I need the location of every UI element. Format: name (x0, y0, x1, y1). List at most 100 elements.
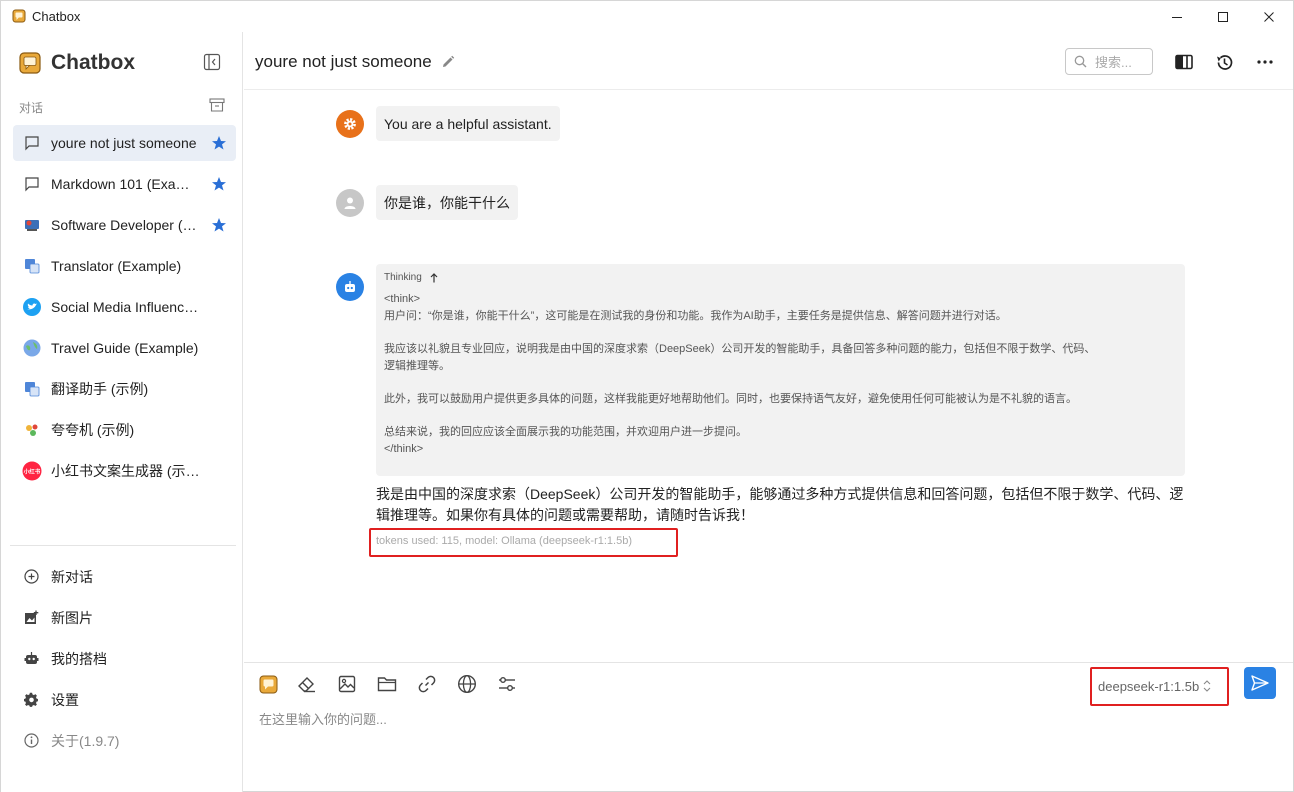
thinking-line: 用户问：“你是谁，你能干什么”，这可能是在测试我的身份和功能。我作为AI助手，主… (384, 310, 1007, 322)
user-avatar (336, 189, 364, 217)
answer-line: 辑推理等。如果你有具体的问题或需要帮助，请随时告诉我！ (376, 507, 754, 523)
chatbox-toolbar-button[interactable] (257, 673, 279, 695)
conversation-label: 翻译助手 (示例) (51, 381, 149, 397)
minimize-button[interactable] (1154, 1, 1200, 32)
eraser-icon (298, 677, 315, 693)
star-icon[interactable] (211, 217, 227, 233)
conversation-label: Markdown 101 (Example) (51, 176, 201, 192)
globe-travel-icon (22, 338, 42, 358)
conversation-item[interactable]: Markdown 101 (Example) (13, 166, 236, 202)
thinking-line: 总结来说，我的回应应该全面展示我的功能范围，并欢迎用户进一步提问。 (384, 426, 747, 438)
chatbox-logo-icon (259, 675, 277, 693)
settings-button[interactable]: 设置 (13, 679, 236, 720)
system-avatar (336, 110, 364, 138)
xiaohongshu-icon: 小红书 (22, 461, 42, 481)
plus-circle-icon (23, 569, 39, 585)
web-search-button[interactable] (456, 673, 478, 695)
search-input[interactable]: 搜索... (1065, 48, 1153, 75)
clear-context-button[interactable] (296, 673, 318, 695)
conversation-label: Social Media Influencer (Example) (51, 299, 201, 315)
collapse-sidebar-icon[interactable] (203, 53, 221, 71)
search-icon (1074, 55, 1087, 68)
conversation-item[interactable]: Social Media Influencer (Example) (13, 289, 236, 325)
attach-file-button[interactable] (376, 673, 398, 695)
thinking-panel: Thinking <think> 用户问：“你是谁，你能干什么”，这可能是在测试… (376, 264, 1185, 476)
assistant-avatar (336, 273, 364, 301)
attach-link-button[interactable] (416, 673, 438, 695)
xiaohongshu-badge-text: 小红书 (24, 467, 41, 475)
link-icon (418, 675, 436, 693)
highlight-box (369, 528, 678, 557)
arrow-up-icon (430, 272, 438, 282)
conversation-label: Translator (Example) (51, 258, 182, 274)
praise-icon (22, 420, 42, 440)
message-list: You are a helpful assistant. 你是谁，你能干什么 T… (244, 91, 1293, 662)
app-window: Chatbox Chatbox 对话 youre not just someon… (0, 0, 1294, 792)
more-horizontal-icon (1257, 60, 1273, 64)
toggle-layout-button[interactable] (1174, 52, 1194, 72)
conversation-item[interactable]: 翻译助手 (示例) (13, 371, 236, 407)
composer: deepseek-r1:1.5b 在这里输入你的问题... (244, 662, 1293, 792)
send-icon (1251, 675, 1269, 691)
conversation-label: 夸夸机 (示例) (51, 422, 135, 438)
thinking-label: Thinking (384, 272, 422, 283)
new-chat-button[interactable]: 新对话 (13, 556, 236, 597)
star-icon[interactable] (211, 135, 227, 151)
info-icon (23, 733, 39, 749)
conversation-item[interactable]: youre not just someone (13, 125, 236, 161)
brand-name: Chatbox (51, 51, 135, 74)
close-window-button[interactable] (1246, 1, 1292, 32)
new-image-button[interactable]: 新图片 (13, 597, 236, 638)
conversation-label: Travel Guide (Example) (51, 340, 199, 356)
thinking-line: </think> (384, 443, 424, 455)
maximize-button[interactable] (1200, 1, 1246, 32)
conversation-label: 小红书文案生成器 (示例) (51, 463, 201, 479)
message-input[interactable]: 在这里输入你的问题... (259, 709, 387, 728)
robot-icon (23, 651, 39, 667)
conversation-item[interactable]: Software Developer (Example) (13, 207, 236, 243)
attach-image-button[interactable] (336, 673, 358, 695)
assistant-answer: 我是由中国的深度求索（DeepSeek）公司开发的智能助手，能够通过多种方式提供… (376, 484, 1191, 526)
developer-avatar-icon (22, 215, 42, 235)
chatbox-app-icon (12, 9, 26, 23)
menu-label: 我的搭档 (51, 650, 107, 667)
title-bar: Chatbox (1, 1, 1293, 32)
archive-icon[interactable] (209, 98, 225, 112)
conversation-label: youre not just someone (51, 135, 197, 151)
robot-icon (345, 281, 355, 292)
conversation-item[interactable]: 小红书 小红书文案生成器 (示例) (13, 453, 236, 489)
maximize-icon (1218, 11, 1228, 22)
star-icon[interactable] (211, 176, 227, 192)
translator-icon (22, 379, 42, 399)
conversation-label: Software Developer (Example) (51, 217, 201, 233)
send-button[interactable] (1244, 667, 1276, 699)
globe-icon (457, 674, 477, 694)
pencil-edit-icon[interactable] (441, 55, 455, 69)
conversation-item[interactable]: 夸夸机 (示例) (13, 412, 236, 448)
close-icon (1264, 11, 1274, 22)
history-button[interactable] (1214, 52, 1234, 72)
more-options-button[interactable] (1255, 52, 1275, 72)
gear-icon (344, 118, 356, 130)
highlight-box (1090, 667, 1229, 706)
chat-bubble-icon (22, 174, 42, 194)
my-partners-button[interactable]: 我的搭档 (13, 638, 236, 679)
chatbox-logo-icon (19, 52, 41, 74)
sidebar-divider (10, 545, 236, 546)
minimize-icon (1172, 16, 1182, 18)
window-title: Chatbox (32, 9, 81, 24)
main-panel: youre not just someone 搜索... You are a h… (244, 32, 1293, 792)
conversation-item[interactable]: Travel Guide (Example) (13, 330, 236, 366)
thinking-toggle[interactable]: Thinking (384, 272, 1177, 283)
translator-icon (22, 256, 42, 276)
chat-settings-button[interactable] (496, 673, 518, 695)
conversation-item[interactable]: Translator (Example) (13, 248, 236, 284)
split-view-icon (1175, 54, 1193, 70)
folder-icon (377, 677, 397, 692)
menu-label: 设置 (51, 691, 79, 708)
gear-icon (23, 692, 39, 708)
thinking-content: <think> 用户问：“你是谁，你能干什么”，这可能是在测试我的身份和功能。我… (384, 291, 1177, 458)
twitter-bird-icon (22, 297, 42, 317)
search-placeholder: 搜索... (1095, 55, 1132, 70)
about-button[interactable]: 关于(1.9.7) (13, 720, 236, 761)
